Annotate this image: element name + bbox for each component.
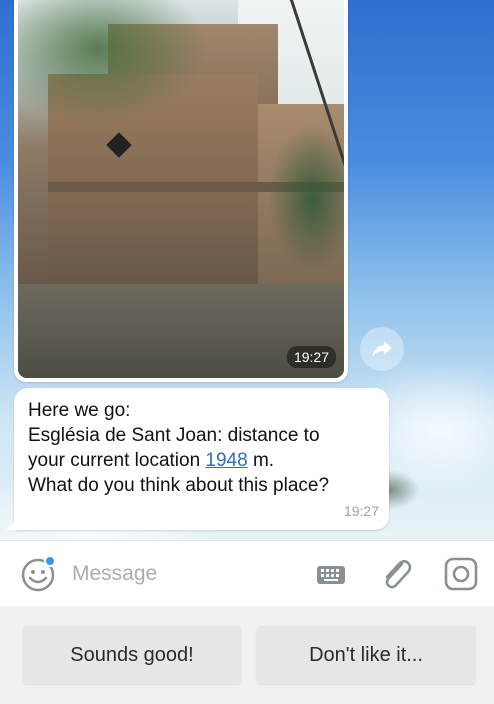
message-line: Here we go: xyxy=(28,400,131,421)
chat-background: 19:27 Here we go: Església de Sant Joan:… xyxy=(0,0,494,540)
text-message-bubble: Here we go: Església de Sant Joan: dista… xyxy=(6,388,389,530)
message-line: Església de Sant Joan: distance to xyxy=(28,425,320,446)
camera-icon xyxy=(444,557,478,591)
notification-dot xyxy=(44,555,56,567)
attach-button[interactable] xyxy=(378,555,414,593)
paperclip-icon xyxy=(385,559,412,589)
share-button[interactable] xyxy=(360,327,404,371)
keyboard-button[interactable] xyxy=(314,559,348,589)
camera-button[interactable] xyxy=(442,555,480,593)
church-photo[interactable]: 19:27 xyxy=(18,0,344,378)
message-timestamp: 19:27 xyxy=(343,503,379,519)
message-line: What do you think about this place? xyxy=(28,475,330,496)
reply-button-sounds-good[interactable]: Sounds good! xyxy=(22,626,242,684)
message-text: your current location xyxy=(28,450,206,471)
reply-button-dont-like[interactable]: Don't like it... xyxy=(256,626,476,684)
photo-message-bubble[interactable]: 19:27 xyxy=(14,0,348,382)
message-line: your current location 1948 m. xyxy=(28,448,375,473)
photo-timestamp: 19:27 xyxy=(286,346,336,368)
distance-link[interactable]: 1948 xyxy=(205,450,247,471)
message-input[interactable] xyxy=(72,555,292,593)
message-composer xyxy=(0,540,494,606)
share-arrow-icon xyxy=(372,341,392,358)
message-text: m. xyxy=(247,450,275,471)
keyboard-icon xyxy=(317,566,345,584)
reply-keyboard: Sounds good! Don't like it... xyxy=(0,606,494,704)
